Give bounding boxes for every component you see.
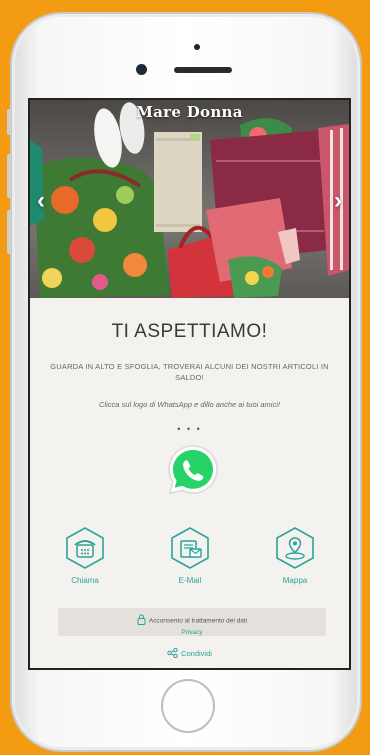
earpiece-speaker bbox=[174, 67, 232, 73]
privacy-consent[interactable]: Acconsento al trattamento dei dati Priva… bbox=[58, 608, 326, 636]
whatsapp-cta-text: Clicca sul logo di WhatsApp e dillo anch… bbox=[99, 400, 280, 409]
chevron-right-icon: › bbox=[334, 187, 342, 214]
hero-image bbox=[30, 102, 349, 298]
email-action[interactable]: E-Mail bbox=[155, 526, 225, 585]
share-icon bbox=[167, 647, 178, 660]
slider-next-button[interactable]: › bbox=[329, 187, 347, 214]
email-icon bbox=[171, 527, 209, 569]
call-label: Chiama bbox=[71, 576, 99, 585]
map-action[interactable]: Mappa bbox=[260, 526, 330, 585]
map-pin-icon bbox=[276, 527, 314, 569]
front-camera bbox=[136, 64, 147, 75]
contact-actions: Chiama E-Mail Mappa bbox=[30, 526, 349, 586]
main-content: TI ASPETTIAMO! GUARDA IN ALTO E SFOGLIA,… bbox=[30, 298, 349, 668]
volume-down-button bbox=[7, 210, 11, 254]
email-label: E-Mail bbox=[178, 576, 202, 585]
page-title: TI ASPETTIAMO! bbox=[111, 321, 268, 342]
phone-icon bbox=[66, 527, 104, 569]
share-label: Condividi bbox=[181, 648, 212, 658]
hero-title: Mare Donna bbox=[136, 103, 243, 121]
pagination-dots: • • • bbox=[177, 424, 202, 434]
slider-prev-button[interactable]: ‹ bbox=[32, 187, 50, 214]
privacy-text: Acconsento al trattamento dei dati bbox=[148, 617, 248, 625]
whatsapp-icon bbox=[168, 445, 218, 495]
share-button[interactable]: Condividi bbox=[30, 647, 349, 660]
phone-screen: Mare Donna ‹ › TI ASPETTIAMO! GUARDA IN … bbox=[28, 98, 351, 670]
map-label: Mappa bbox=[282, 576, 308, 585]
subtitle-text: GUARDA IN ALTO E SFOGLIA, TROVERAI ALCUN… bbox=[50, 362, 329, 382]
privacy-link[interactable]: Privacy bbox=[58, 628, 326, 637]
hero-slider[interactable]: Mare Donna ‹ › bbox=[30, 100, 349, 298]
lock-icon bbox=[137, 614, 146, 628]
call-action[interactable]: Chiama bbox=[50, 526, 120, 585]
whatsapp-button[interactable] bbox=[164, 441, 222, 499]
volume-up-button bbox=[7, 154, 11, 198]
sensor-dot bbox=[194, 44, 200, 50]
chevron-left-icon: ‹ bbox=[37, 187, 45, 214]
home-button[interactable] bbox=[161, 679, 215, 733]
mute-switch bbox=[7, 109, 11, 135]
